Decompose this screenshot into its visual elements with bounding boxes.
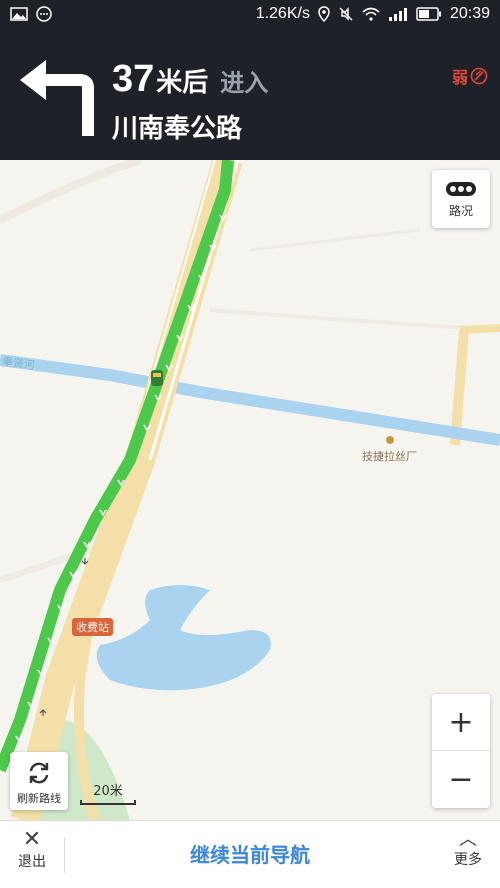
guidance-panel: 37 米后 进入 川南奉公路 弱 (0, 30, 500, 160)
zoom-in-button[interactable]: + (432, 694, 490, 751)
mute-icon (339, 7, 353, 21)
status-bar: 1.26K/s 20:39 (0, 0, 500, 30)
refresh-icon (29, 762, 49, 784)
scale-bar (80, 800, 136, 805)
zoom-out-button[interactable]: − (432, 751, 490, 808)
refresh-route-label: 刷新路线 (17, 792, 61, 805)
turn-left-icon (20, 60, 94, 136)
scale-label: 20米 (93, 784, 123, 799)
divider (64, 837, 65, 873)
poi-dot (385, 436, 394, 444)
more-button[interactable]: ︿ 更多 (446, 821, 490, 888)
location-icon (318, 6, 330, 22)
exit-button[interactable]: ✕ 退出 (0, 821, 64, 888)
toll-station-label[interactable]: 收费站 (72, 618, 113, 636)
refresh-route-button[interactable]: 刷新路线 (10, 752, 68, 810)
exit-label: 退出 (18, 854, 46, 870)
message-icon (36, 6, 52, 22)
distance-value: 37 (112, 58, 155, 100)
zoom-controls: + − (432, 694, 490, 808)
more-label: 更多 (454, 852, 482, 868)
distance-unit: 米后 (156, 68, 209, 98)
clock: 20:39 (449, 5, 490, 22)
signal-icon (388, 8, 407, 21)
poi-marker[interactable]: 技捷拉丝厂 (362, 436, 417, 464)
map-scale: 20米 (80, 780, 136, 805)
traffic-icon (446, 182, 476, 196)
gallery-icon (10, 7, 28, 21)
traffic-button[interactable]: 路况 (432, 170, 490, 228)
road-name: 川南奉公路 (112, 114, 243, 144)
distance-row: 37 米后 进入 (112, 58, 268, 101)
continue-navigation-button[interactable]: 继续当前导航 (120, 839, 380, 868)
vehicle-marker (151, 370, 163, 386)
map-canvas (0, 160, 500, 820)
gps-status-label: 弱 (451, 68, 468, 87)
wifi-icon (362, 7, 380, 21)
chevron-up-icon: ︿ (459, 829, 477, 850)
close-icon: ✕ (22, 827, 42, 852)
poi-label: 技捷拉丝厂 (362, 450, 417, 463)
map-view[interactable]: 奉贤河 技捷拉丝厂 收费站 路况 + − 刷新路线 20米 (0, 160, 500, 820)
traffic-label: 路况 (448, 204, 473, 218)
battery-icon (416, 7, 441, 21)
satellite-icon (470, 67, 488, 85)
bottom-bar: ✕ 退出 继续当前导航 ︿ 更多 (0, 820, 500, 888)
network-speed: 1.26K/s (255, 5, 310, 22)
gps-status: 弱 (452, 64, 488, 88)
action-text: 进入 (220, 69, 269, 97)
